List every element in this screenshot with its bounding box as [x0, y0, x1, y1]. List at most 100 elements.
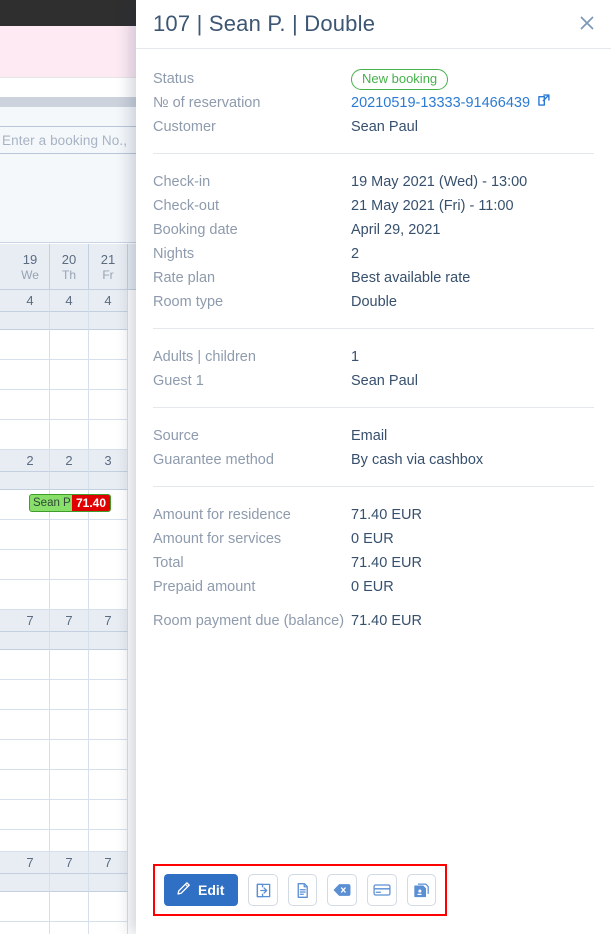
reservation-number-link[interactable]: 20210519-13333-91466439 — [351, 91, 551, 115]
calendar-cell[interactable] — [11, 580, 50, 610]
calendar-cell[interactable] — [50, 632, 89, 650]
booking-search-input[interactable]: Enter a booking No., — [0, 126, 136, 154]
calendar-cell[interactable] — [89, 922, 128, 934]
calendar-cell[interactable] — [11, 922, 50, 934]
calendar-cell[interactable] — [11, 472, 50, 490]
calendar-row[interactable] — [0, 360, 136, 390]
calendar-cell[interactable] — [50, 800, 89, 830]
calendar-cell[interactable] — [50, 680, 89, 710]
calendar-cell[interactable] — [89, 800, 128, 830]
calendar-cell[interactable] — [50, 550, 89, 580]
calendar-cell[interactable] — [89, 680, 128, 710]
calendar-cell[interactable] — [50, 770, 89, 800]
detail-value: 19 May 2021 (Wed) - 13:00 — [351, 174, 528, 190]
calendar-row[interactable] — [0, 330, 136, 360]
detail-value: 71.40 EUR — [351, 507, 422, 523]
copy-booking-button[interactable] — [406, 874, 437, 906]
calendar-cell[interactable] — [89, 472, 128, 490]
calendar-cell[interactable] — [50, 390, 89, 420]
calendar-cell[interactable] — [50, 650, 89, 680]
calendar-cell[interactable] — [11, 390, 50, 420]
booking-search-placeholder: Enter a booking No., — [2, 132, 128, 148]
calendar-cell[interactable] — [89, 580, 128, 610]
calendar-cell[interactable] — [11, 892, 50, 922]
calendar-row[interactable] — [0, 800, 136, 830]
calendar-cell[interactable] — [11, 680, 50, 710]
calendar-cell[interactable] — [11, 360, 50, 390]
calendar-row-label-gutter — [0, 360, 11, 390]
calendar-cell[interactable] — [89, 312, 128, 330]
calendar-cell[interactable] — [89, 830, 128, 852]
calendar-cell[interactable] — [50, 312, 89, 330]
calendar-cell[interactable] — [50, 360, 89, 390]
check-in-button[interactable] — [248, 874, 278, 906]
calendar-cell[interactable] — [11, 420, 50, 450]
calendar-row[interactable]: Sean P 71.40 — [0, 490, 136, 520]
calendar-row[interactable] — [0, 420, 136, 450]
calendar-cell[interactable] — [11, 830, 50, 852]
calendar-cell[interactable] — [11, 650, 50, 680]
detail-value: 71.40 EUR — [351, 555, 422, 571]
calendar-cell[interactable] — [11, 312, 50, 330]
detail-row: Room payment due (balance) 71.40 EUR — [153, 599, 594, 643]
calendar-row[interactable] — [0, 580, 136, 610]
actions-toolbar: Edit — [153, 864, 447, 916]
calendar-cell[interactable] — [50, 472, 89, 490]
edit-button[interactable]: Edit — [164, 874, 239, 906]
calendar-cell[interactable] — [50, 520, 89, 550]
calendar-cell[interactable] — [11, 800, 50, 830]
calendar-cell[interactable] — [11, 330, 50, 360]
calendar-cell[interactable] — [50, 922, 89, 934]
calendar-cell[interactable] — [11, 520, 50, 550]
calendar-cell[interactable] — [89, 892, 128, 922]
calendar-row[interactable] — [0, 520, 136, 550]
calendar-booking-bar[interactable]: Sean P 71.40 — [29, 494, 111, 512]
calendar-cell[interactable] — [89, 390, 128, 420]
calendar-cell[interactable] — [50, 420, 89, 450]
calendar-row[interactable] — [0, 650, 136, 680]
payment-button[interactable] — [367, 874, 397, 906]
calendar-cell[interactable] — [89, 632, 128, 650]
calendar-cell[interactable] — [50, 330, 89, 360]
calendar-row[interactable] — [0, 892, 136, 922]
detail-label: Check-in — [153, 174, 211, 190]
calendar-cell[interactable] — [89, 874, 128, 892]
calendar-cell[interactable] — [11, 740, 50, 770]
detail-label: Adults | children — [153, 349, 256, 365]
calendar-row[interactable] — [0, 740, 136, 770]
calendar-cell[interactable] — [50, 710, 89, 740]
calendar-row[interactable] — [0, 830, 136, 852]
calendar-availability-row: 777 — [0, 852, 136, 874]
calendar-cell[interactable] — [11, 770, 50, 800]
calendar-cell[interactable] — [50, 740, 89, 770]
calendar-cell[interactable] — [89, 650, 128, 680]
calendar-cell[interactable] — [50, 580, 89, 610]
calendar-cell[interactable] — [89, 330, 128, 360]
detail-value[interactable]: 20210519-13333-91466439 — [351, 91, 594, 115]
drawer-header: 107 | Sean P. | Double — [136, 0, 611, 49]
calendar-cell[interactable] — [50, 892, 89, 922]
calendar-cell[interactable] — [89, 420, 128, 450]
close-button[interactable] — [572, 8, 602, 38]
calendar-row[interactable] — [0, 390, 136, 420]
calendar-cell[interactable] — [11, 632, 50, 650]
calendar-row[interactable] — [0, 550, 136, 580]
calendar-row[interactable] — [0, 770, 136, 800]
calendar-cell[interactable] — [11, 874, 50, 892]
calendar-cell[interactable] — [89, 360, 128, 390]
calendar-cell[interactable] — [11, 710, 50, 740]
calendar-row[interactable] — [0, 710, 136, 740]
cancel-booking-button[interactable] — [327, 874, 357, 906]
calendar-cell[interactable] — [89, 520, 128, 550]
calendar-cell[interactable] — [89, 710, 128, 740]
calendar-cell[interactable] — [11, 550, 50, 580]
detail-label: Nights — [153, 246, 195, 262]
calendar-cell[interactable] — [89, 550, 128, 580]
calendar-cell[interactable] — [50, 874, 89, 892]
document-button[interactable] — [287, 874, 318, 906]
calendar-cell[interactable] — [89, 770, 128, 800]
calendar-cell[interactable] — [89, 740, 128, 770]
calendar-row[interactable] — [0, 922, 136, 934]
calendar-row[interactable] — [0, 680, 136, 710]
calendar-cell[interactable] — [50, 830, 89, 852]
